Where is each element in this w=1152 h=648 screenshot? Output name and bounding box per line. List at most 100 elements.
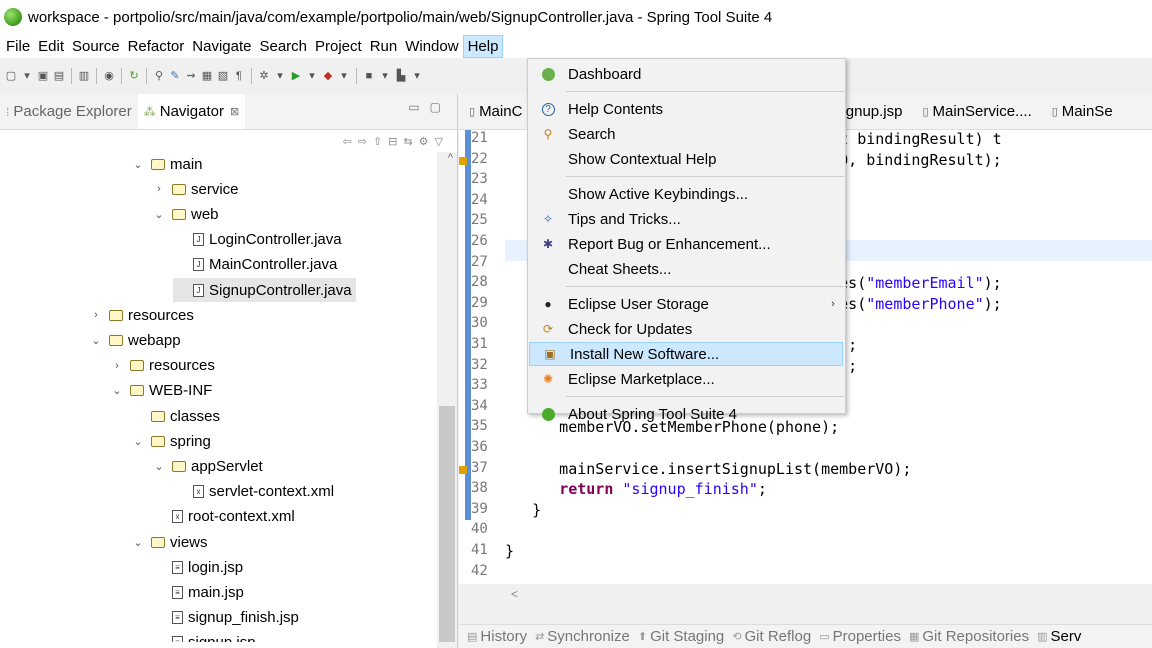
menu-run[interactable]: Run — [366, 36, 402, 57]
help-menu-item[interactable]: ✧ Tips and Tricks... — [528, 207, 845, 231]
bottom-tab[interactable]: ⇄ Synchronize — [535, 628, 630, 645]
tab-package-explorer[interactable]: ⁞ Package Explorer — [0, 94, 138, 129]
debug-icon[interactable]: ◉ — [102, 69, 116, 83]
debug-run-icon[interactable]: ✲ — [257, 69, 271, 83]
help-menu-item[interactable]: ⟳ Check for Updates — [528, 317, 845, 341]
menu-file[interactable]: File — [2, 36, 34, 57]
back-icon[interactable]: ⇦ — [343, 135, 352, 148]
help-menu-item[interactable]: ✱ Report Bug or Enhancement... — [528, 232, 845, 256]
tree-item[interactable]: J MainController.java — [173, 253, 337, 277]
menu-edit[interactable]: Edit — [34, 36, 68, 57]
warning-marker-icon[interactable] — [459, 156, 467, 165]
close-icon[interactable]: ⊠ — [230, 105, 239, 118]
dropdown-icon[interactable]: ▾ — [20, 69, 34, 83]
tree-item[interactable]: ≡ signup_finish.jsp — [152, 606, 299, 630]
tree-item[interactable]: ⌄ main — [131, 152, 202, 176]
scroll-thumb[interactable] — [439, 406, 455, 642]
help-menu-item[interactable]: Dashboard — [528, 62, 845, 86]
menu-window[interactable]: Window — [401, 36, 462, 57]
tree-item[interactable]: x servlet-context.xml — [173, 480, 334, 504]
chevron-right-icon[interactable]: › — [89, 309, 103, 321]
link-icon[interactable]: ⇝ — [184, 69, 198, 83]
tree-item[interactable]: ⌄ WEB-INF — [110, 379, 212, 403]
editor-tab[interactable]: ▯ MainService.... — [912, 103, 1041, 120]
maximize-icon[interactable]: ▢ — [430, 100, 441, 114]
tree-item[interactable]: classes — [131, 404, 220, 428]
scroll-left-icon[interactable]: < — [511, 587, 518, 601]
tree-item[interactable]: ⌄ appServlet — [152, 454, 262, 478]
refresh-icon[interactable]: ↻ — [127, 69, 141, 83]
bottom-tab[interactable]: ▤ History — [467, 628, 527, 645]
chevron-right-icon[interactable]: › — [110, 360, 124, 372]
up-icon[interactable]: ⇧ — [373, 135, 382, 148]
build-icon[interactable]: ▙ — [394, 69, 408, 83]
chevron-down-icon[interactable]: ⌄ — [152, 460, 166, 473]
run-icon[interactable]: ▶ — [289, 69, 303, 83]
forward-icon[interactable]: ⇨ — [358, 135, 367, 148]
menu-navigate[interactable]: Navigate — [188, 36, 255, 57]
horizontal-scrollbar[interactable]: < — [459, 584, 1152, 604]
dropdown-icon[interactable]: ▾ — [410, 69, 424, 83]
help-menu-item[interactable]: Show Contextual Help — [528, 147, 845, 171]
tree-item[interactable]: › service — [152, 177, 238, 201]
help-menu-item[interactable]: Show Active Keybindings... — [528, 182, 845, 206]
help-menu-item[interactable]: ✺ Eclipse Marketplace... — [528, 367, 845, 391]
tree-item[interactable]: J SignupController.java — [173, 278, 356, 302]
external-tools-icon[interactable]: ◆ — [321, 69, 335, 83]
chevron-down-icon[interactable]: ⌄ — [110, 384, 124, 397]
chevron-down-icon[interactable]: ⌄ — [152, 208, 166, 221]
menu-search[interactable]: Search — [255, 36, 311, 57]
editor-tab[interactable]: ▯ MainC — [459, 103, 532, 120]
open-type-icon[interactable]: ▦ — [200, 69, 214, 83]
tree-item[interactable]: ⌄ webapp — [89, 328, 180, 352]
dropdown-icon[interactable]: ▾ — [305, 69, 319, 83]
filter-icon[interactable]: ⚲ — [152, 69, 166, 83]
tree-item[interactable]: x root-context.xml — [152, 505, 295, 529]
save-all-icon[interactable]: ▤ — [52, 69, 66, 83]
collapse-all-icon[interactable]: ⊟ — [388, 135, 397, 148]
scroll-up-icon[interactable]: ^ — [448, 152, 453, 164]
paragraph-icon[interactable]: ¶ — [232, 69, 246, 83]
tree-item[interactable]: ≡ signup.jsp — [152, 631, 256, 642]
menu-help[interactable]: Help — [462, 34, 504, 58]
dropdown-icon[interactable]: ▾ — [337, 69, 351, 83]
tree-item[interactable]: ⌄ spring — [131, 429, 210, 453]
new-icon[interactable]: ▢ — [4, 69, 18, 83]
chevron-right-icon[interactable]: › — [152, 183, 166, 195]
edit-icon[interactable]: ✎ — [168, 69, 182, 83]
help-menu-item[interactable]: ● Eclipse User Storage › — [528, 292, 845, 316]
tab-navigator[interactable]: ⁂ Navigator ⊠ — [137, 94, 246, 129]
minimize-icon[interactable]: ▭ — [408, 100, 419, 114]
tree-item[interactable]: ≡ login.jsp — [152, 555, 243, 579]
bottom-tab[interactable]: ⟲ Git Reflog — [732, 628, 811, 645]
menu-refactor[interactable]: Refactor — [124, 36, 189, 57]
menu-source[interactable]: Source — [68, 36, 124, 57]
chevron-down-icon[interactable]: ⌄ — [89, 334, 103, 347]
help-menu-item[interactable]: ▣ Install New Software... — [529, 342, 843, 366]
chevron-down-icon[interactable]: ⌄ — [131, 158, 145, 171]
dropdown-icon[interactable]: ▾ — [378, 69, 392, 83]
bottom-tab[interactable]: ⬆ Git Staging — [638, 628, 724, 645]
tree-item[interactable]: › resources — [110, 354, 215, 378]
bottom-tab[interactable]: ▥ Serv — [1037, 628, 1081, 645]
bottom-tab[interactable]: ▦ Git Repositories — [909, 628, 1029, 645]
help-menu-item[interactable]: ? Help Contents — [528, 97, 845, 121]
stop-icon[interactable]: ■ — [362, 69, 376, 83]
warning-marker-icon[interactable] — [459, 465, 467, 474]
terminal-icon[interactable]: ▥ — [77, 69, 91, 83]
menu-project[interactable]: Project — [311, 36, 366, 57]
save-icon[interactable]: ▣ — [36, 69, 50, 83]
properties-icon[interactable]: ▧ — [216, 69, 230, 83]
tree-item[interactable]: ≡ main.jsp — [152, 580, 244, 604]
tree-item[interactable]: J LoginController.java — [173, 228, 342, 252]
help-menu-item[interactable]: Cheat Sheets... — [528, 257, 845, 281]
navigator-scrollbar[interactable]: ^ — [437, 152, 457, 648]
help-menu-item[interactable]: About Spring Tool Suite 4 — [528, 402, 845, 426]
tree-item[interactable]: ⌄ web — [152, 202, 218, 226]
link-with-editor-icon[interactable]: ⇆ — [403, 135, 412, 148]
editor-tab[interactable]: ▯ MainSe — [1042, 103, 1123, 120]
tree-item[interactable]: ⌄ views — [131, 530, 207, 554]
tree-item[interactable]: › resources — [89, 303, 194, 327]
chevron-down-icon[interactable]: ⌄ — [131, 536, 145, 549]
view-menu-icon[interactable]: ▽ — [435, 135, 443, 148]
